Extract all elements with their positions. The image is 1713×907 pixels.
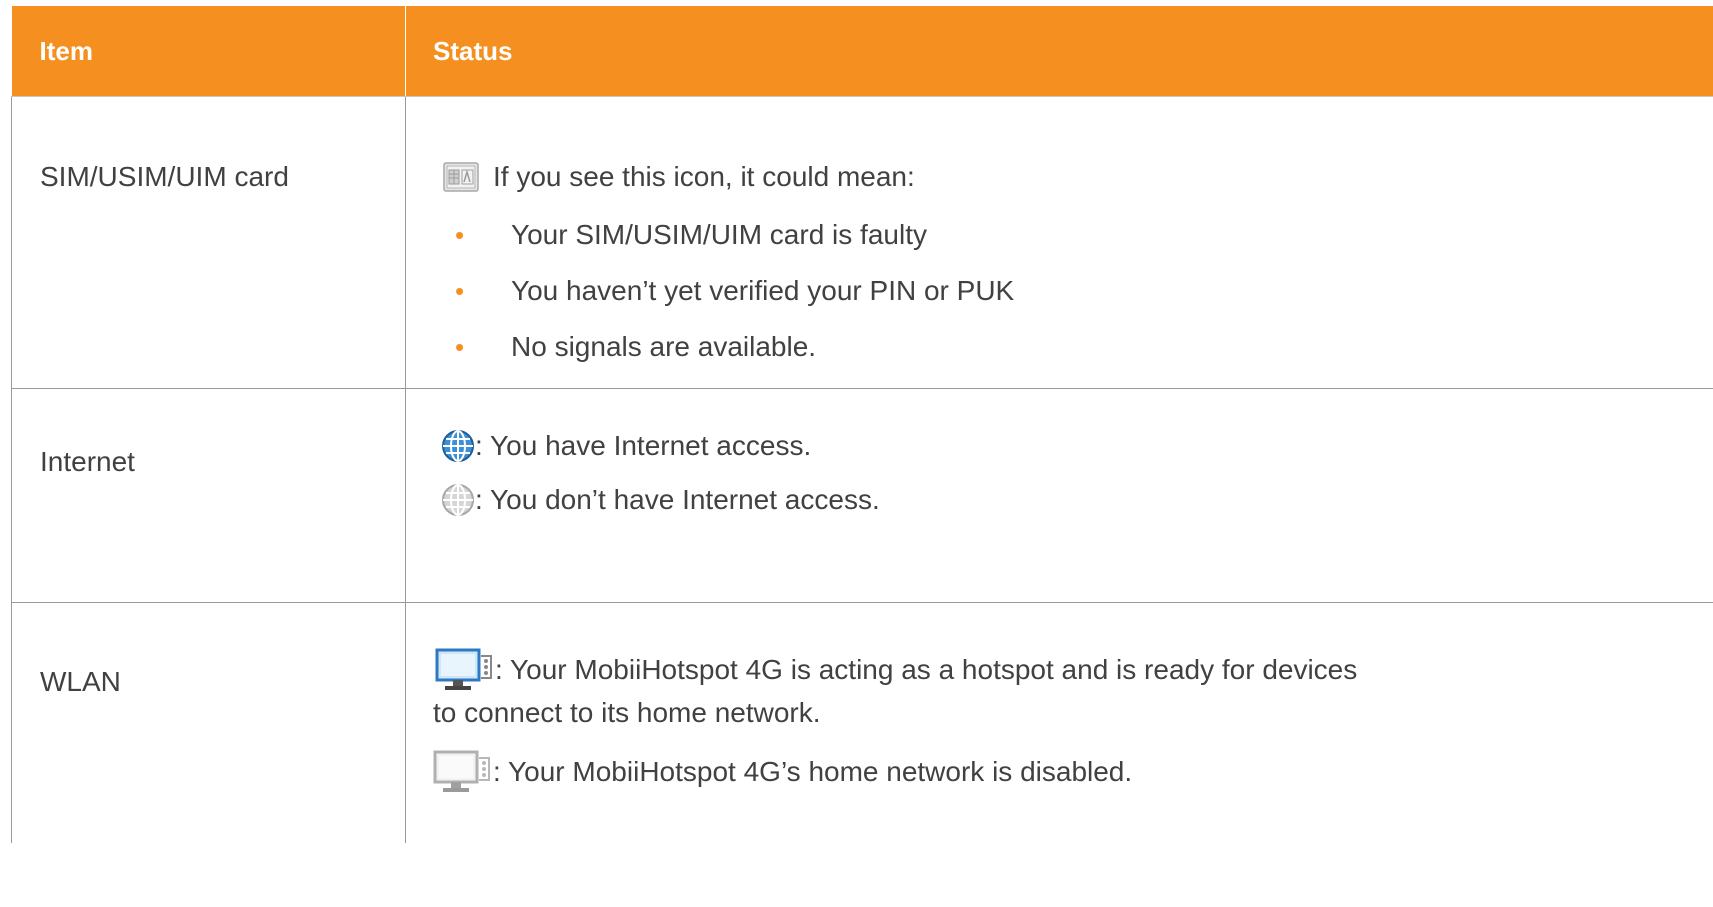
sim-intro-text: If you see this icon, it could mean: <box>493 161 915 192</box>
column-header-status: Status <box>405 6 1713 97</box>
item-cell: SIM/USIM/UIM card <box>11 96 406 389</box>
status-cell: If you see this icon, it could mean: • Y… <box>405 96 1713 389</box>
globe-connected-icon <box>441 429 475 463</box>
wlan-off-text: : Your MobiiHotspot 4G’s home network is… <box>493 756 1133 787</box>
sim-bullet-list: • Your SIM/USIM/UIM card is faulty • You… <box>433 207 1713 375</box>
table-row: SIM/USIM/UIM card If you see this icon, … <box>11 96 1713 389</box>
item-cell: WLAN <box>11 602 406 843</box>
bullet-icon: • <box>455 331 465 362</box>
globe-disconnected-icon <box>441 483 475 517</box>
monitor-wifi-off-icon <box>433 750 493 794</box>
status-table: Item Status SIM/USIM/UIM card If you see… <box>11 6 1713 843</box>
list-item: • No signals are available. <box>433 319 1713 375</box>
list-item: • You haven’t yet verified your PIN or P… <box>433 263 1713 319</box>
list-item: • Your SIM/USIM/UIM card is faulty <box>433 207 1713 263</box>
item-label-sim: SIM/USIM/UIM card <box>40 161 289 192</box>
column-header-item: Item <box>11 6 406 97</box>
wlan-off-line: : Your MobiiHotspot 4G’s home network is… <box>433 750 1713 794</box>
item-label-wlan: WLAN <box>40 666 121 697</box>
table-row: WLAN: Your MobiiHotspot 4G is acting as… <box>11 602 1713 843</box>
bullet-icon: • <box>455 219 465 250</box>
internet-connected-text: : You have Internet access. <box>475 430 812 461</box>
page: Item Status SIM/USIM/UIM card If you see… <box>0 0 1713 907</box>
bullet-icon: • <box>455 275 465 306</box>
bullet-text: Your SIM/USIM/UIM card is faulty <box>511 219 927 250</box>
bullet-text: You haven’t yet verified your PIN or PUK <box>511 275 1015 306</box>
status-cell: : You have Internet access.: You don’t … <box>405 388 1713 603</box>
internet-connected-line: : You have Internet access. <box>441 429 1713 463</box>
table-row: Internet: You have Internet access.: Y… <box>11 388 1713 603</box>
monitor-wifi-on-icon <box>435 648 495 692</box>
table-header-row: Item Status <box>11 6 1713 97</box>
item-label-internet: Internet <box>40 446 135 477</box>
item-cell: Internet <box>11 388 406 603</box>
bullet-text: No signals are available. <box>511 331 817 362</box>
sim-intro-line: If you see this icon, it could mean: <box>443 161 1713 193</box>
internet-disconnected-line: : You don’t have Internet access. <box>441 483 1713 517</box>
wlan-on-text-continued: to connect to its home network. <box>433 697 821 728</box>
wlan-on-line: : Your MobiiHotspot 4G is acting as a ho… <box>433 648 1713 734</box>
wlan-on-text: : Your MobiiHotspot 4G is acting as a ho… <box>495 654 1358 685</box>
sim-card-icon <box>443 162 479 192</box>
internet-disconnected-text: : You don’t have Internet access. <box>475 484 880 515</box>
status-cell: : Your MobiiHotspot 4G is acting as a ho… <box>405 602 1713 843</box>
